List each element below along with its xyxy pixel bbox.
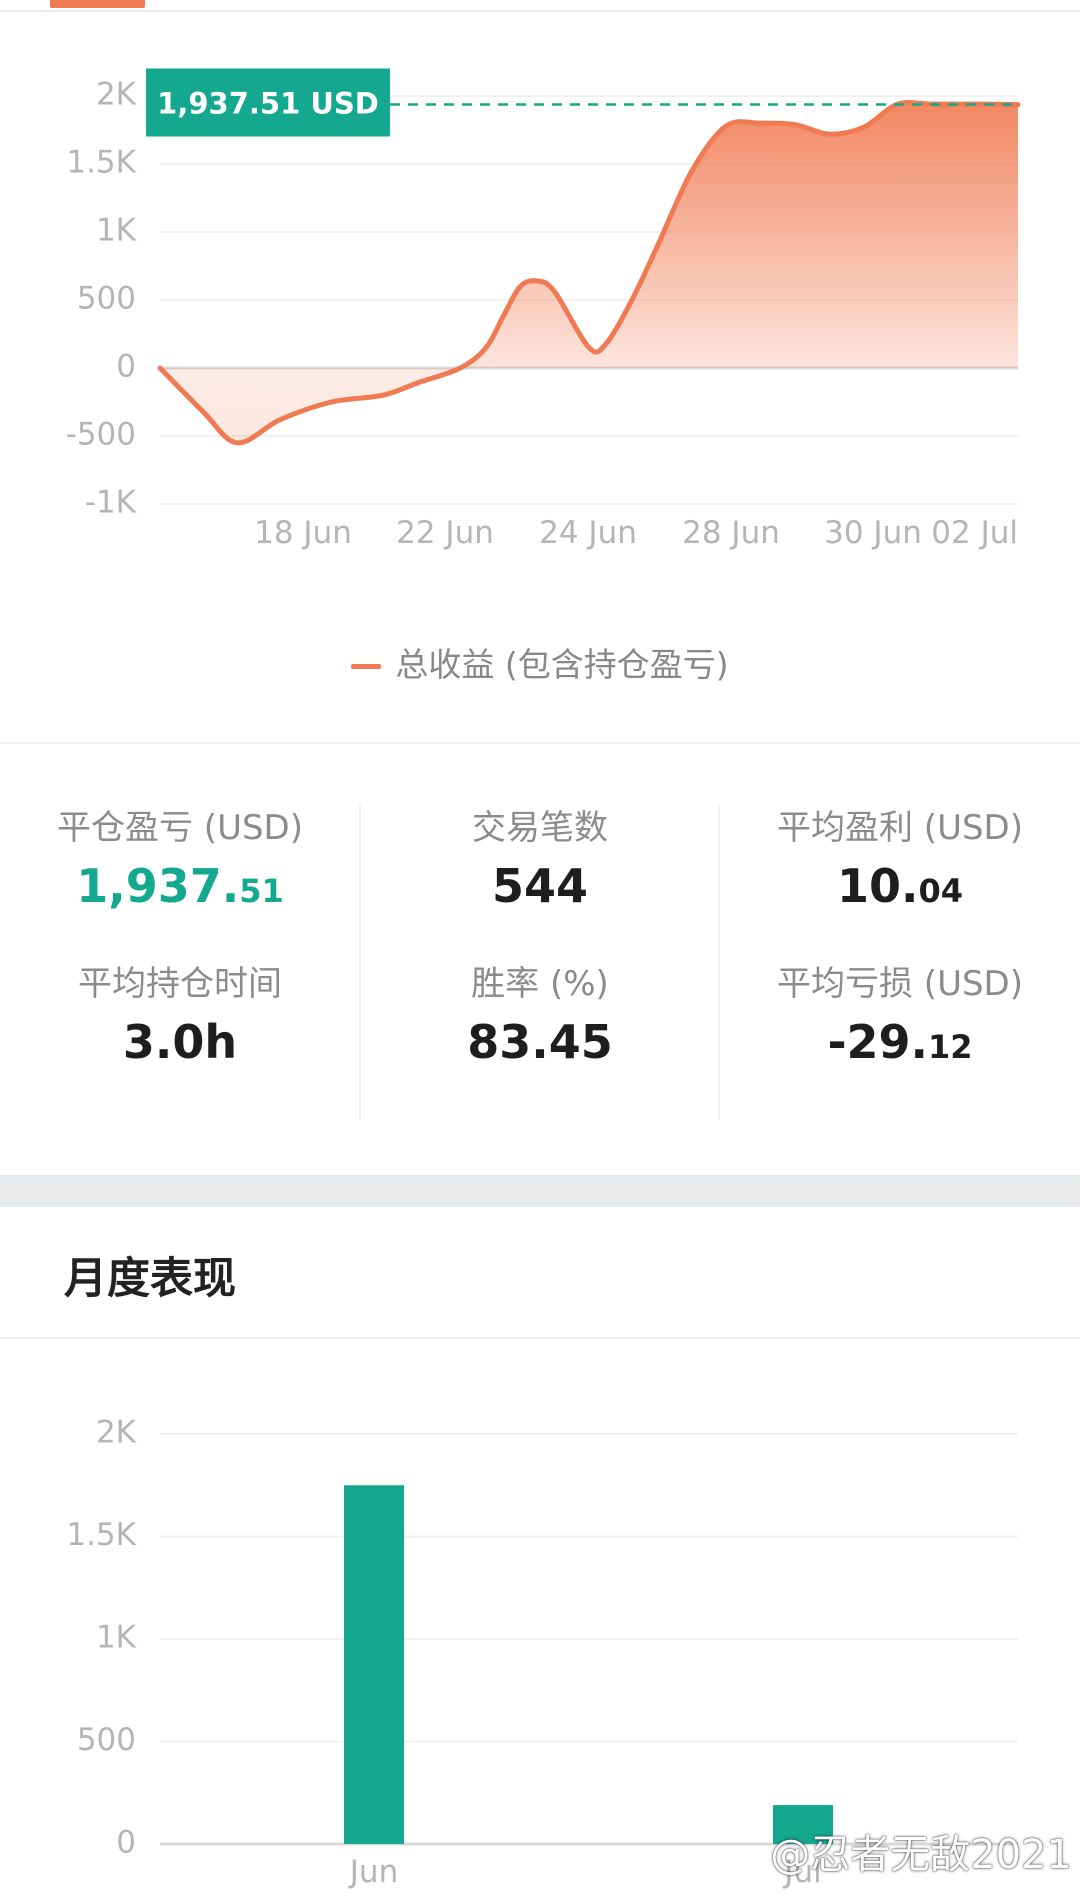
- avg-hold-time-value: 3.0h: [122, 1015, 238, 1069]
- x-tick-label: Jun: [348, 1854, 398, 1890]
- y-tick-label: 500: [77, 281, 136, 317]
- legend-label: 总收益 (包含持仓盈亏): [395, 645, 729, 684]
- win-rate-stat: 胜率 (%) 83.45: [360, 962, 720, 1072]
- x-tick-label: 24 Jun: [539, 515, 637, 551]
- chart-legend: 总收益 (包含持仓盈亏): [0, 638, 1080, 686]
- closed-pnl-stat: 平仓盈亏 (USD) 1,937.51: [0, 806, 360, 921]
- y-tick-label: -500: [66, 417, 136, 453]
- x-tick-label: 02 Jul: [931, 515, 1018, 551]
- monthly-performance-card: 月度表现 2K 1.5K 1K 500 0 Jun Jul @忍者无敌2021: [0, 1207, 1080, 1902]
- x-tick-label: 30 Jun: [824, 515, 922, 551]
- y-tick-label: 500: [77, 1722, 136, 1758]
- closed-pnl-label: 平仓盈亏 (USD): [57, 808, 303, 848]
- section-divider: [0, 742, 1080, 744]
- y-tick-label: 1K: [96, 1620, 137, 1656]
- trade-count-value: 544: [491, 859, 589, 913]
- y-tick-label: 1.5K: [66, 1517, 136, 1553]
- y-tick-label: 2K: [96, 1415, 137, 1451]
- win-rate-label: 胜率 (%): [471, 964, 609, 1004]
- bar-jun: [344, 1485, 404, 1844]
- avg-loss-stat: 平均亏损 (USD) -29.12: [720, 962, 1080, 1077]
- performance-card: 2K 1.5K 1K 500 0 -500 -1K 18 Jun 22 Jun 24 Jun 28…: [0, 0, 1080, 1175]
- section-title: 月度表现: [64, 1254, 236, 1304]
- x-tick-label: 28 Jun: [682, 515, 780, 551]
- section-divider: [0, 1337, 1080, 1339]
- current-value-badge-text: 1,937.51 USD: [157, 86, 379, 120]
- x-tick-label: 22 Jun: [396, 515, 494, 551]
- y-tick-label: 1.5K: [66, 145, 136, 181]
- y-tick-label: 0: [116, 1825, 136, 1861]
- win-rate-value: 83.45: [467, 1015, 613, 1069]
- avg-hold-time-label: 平均持仓时间: [78, 964, 282, 1004]
- page: 2K 1.5K 1K 500 0 -500 -1K 18 Jun 22 Jun 24 Jun 28…: [0, 0, 1080, 1902]
- avg-profit-label: 平均盈利 (USD): [777, 808, 1023, 848]
- y-tick-label: -1K: [85, 485, 137, 521]
- avg-profit-value: 10.04: [836, 859, 964, 913]
- avg-hold-time-stat: 平均持仓时间 3.0h: [0, 962, 360, 1072]
- closed-pnl-value: 1,937.51: [76, 859, 284, 913]
- avg-profit-stat: 平均盈利 (USD) 10.04: [720, 806, 1080, 921]
- legend-swatch: [351, 664, 382, 669]
- avg-loss-label: 平均亏损 (USD): [777, 964, 1023, 1004]
- trade-count-stat: 交易笔数 544: [360, 806, 720, 916]
- trade-count-label: 交易笔数: [472, 808, 608, 848]
- y-tick-label: 1K: [96, 213, 137, 249]
- avg-loss-value: -29.12: [827, 1015, 973, 1069]
- monthly-bar-chart[interactable]: 2K1.5K1K5000 Jun Jul: [0, 1342, 1080, 1902]
- cumulative-pnl-chart[interactable]: 2K 1.5K 1K 500 0 -500 -1K 18 Jun 22 Jun 24 Jun 28…: [0, 0, 1080, 600]
- watermark: @忍者无敌2021: [770, 1832, 1072, 1878]
- x-tick-label: 18 Jun: [254, 515, 352, 551]
- y-tick-label: 2K: [96, 77, 137, 113]
- y-tick-label: 0: [116, 349, 136, 385]
